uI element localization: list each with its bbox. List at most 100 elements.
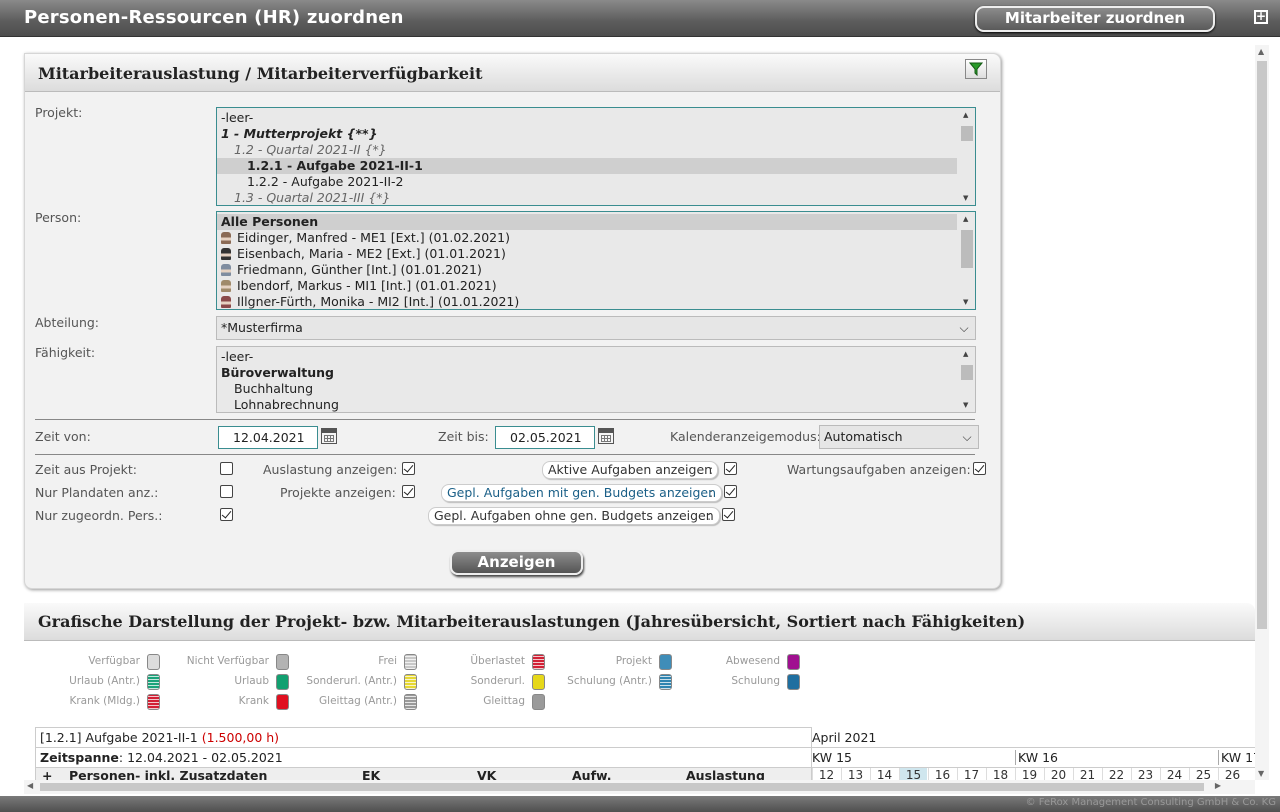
gepl-mit-budgets-checkbox[interactable] — [724, 485, 737, 498]
projekte-label: Projekte anzeigen: — [280, 485, 396, 500]
legend-item: Gleittag — [385, 694, 545, 710]
person-option[interactable]: Illgner-Fürth, Monika - MI2 [Int.] (01.0… — [217, 294, 957, 309]
projekt-option-label: 1.2.1 - Aufgabe 2021-II-1 — [247, 158, 423, 173]
zeitspanne-label: Zeitspanne — [40, 750, 119, 765]
gepl-ohne-budgets-checkbox[interactable] — [722, 508, 735, 521]
person-option-label: Friedmann, Günther [Int.] (01.01.2021) — [237, 262, 482, 277]
projekt-option[interactable]: 1.2 - Quartal 2021-II {*} — [217, 142, 957, 158]
page-vertical-scrollbar[interactable]: ▲ ▼ — [1255, 45, 1269, 780]
legend-label: Schulung — [731, 675, 780, 687]
faehigkeit-option-label: Buchhaltung — [234, 381, 314, 396]
zeit-bis-input[interactable]: 02.05.2021 — [495, 426, 595, 449]
avatar-icon — [221, 232, 231, 244]
faehigkeit-option-label: -leer- — [221, 349, 254, 364]
colon: : — [709, 485, 714, 500]
projekt-option[interactable]: 1.2.2 - Aufgabe 2021-II-2 — [217, 174, 957, 190]
avatar-icon — [221, 264, 231, 276]
calendar-icon[interactable] — [321, 428, 337, 444]
chart-section-title: Grafische Darstellung der Projekt- bzw. … — [38, 612, 1026, 631]
faehigkeit-option[interactable]: -leer- — [217, 349, 957, 365]
scroll-down-icon[interactable]: ▼ — [1258, 769, 1264, 778]
projekt-option-label: 1.3 - Quartal 2021-III {*} — [234, 190, 391, 205]
gantt-header: April 2021 KW 15 KW 16 KW 17 12131415161… — [812, 727, 1255, 781]
wartung-label: Wartungsaufgaben anzeigen: — [787, 462, 971, 477]
maximize-icon[interactable]: + — [1254, 10, 1268, 24]
scrollbar-thumb[interactable] — [1257, 61, 1267, 629]
faehigkeit-label: Fähigkeit: — [35, 345, 96, 360]
zeitspanne: Zeitspanne: 12.04.2021 - 02.05.2021 — [40, 750, 283, 765]
projekt-option[interactable]: -leer- — [217, 110, 957, 126]
person-option-label: Eidinger, Manfred - ME1 [Ext.] (01.02.20… — [237, 230, 510, 245]
nur-zugeordn-checkbox[interactable] — [220, 508, 233, 521]
person-option[interactable]: Ibendorf, Markus - MI1 [Int.] (01.01.202… — [217, 278, 957, 294]
zeit-von-input[interactable]: 12.04.2021 — [218, 426, 318, 449]
projekt-listbox[interactable]: -leer- 1 - Mutterprojekt {**} 1.2 - Quarta… — [216, 107, 976, 206]
calendar-icon[interactable] — [598, 428, 614, 444]
page-horizontal-scrollbar[interactable]: ◀ ▶ — [24, 780, 1255, 794]
projekt-option-label: -leer- — [221, 110, 254, 125]
aktive-aufgaben-checkbox[interactable] — [724, 462, 737, 475]
person-option[interactable]: Eidinger, Manfred - ME1 [Ext.] (01.02.20… — [217, 230, 957, 246]
projekte-checkbox[interactable] — [402, 485, 415, 498]
footer: © FeRox Management Consulting GmbH & Co.… — [0, 796, 1280, 812]
chart-section-header: Grafische Darstellung der Projekt- bzw. … — [24, 603, 1255, 641]
person-option[interactable]: Alle Personen — [217, 214, 957, 230]
projekt-option-label: 1.2.2 - Aufgabe 2021-II-2 — [247, 174, 404, 189]
abteilung-select[interactable]: *Musterfirma ⌵ — [216, 316, 976, 340]
avatar-icon — [221, 248, 231, 260]
person-option[interactable]: Friedmann, Günther [Int.] (01.01.2021) — [217, 262, 957, 278]
gantt-week: KW 15 — [812, 750, 852, 765]
legend-swatch — [532, 694, 545, 710]
task-name: [1.2.1] Aufgabe 2021-II-1 — [40, 730, 198, 745]
gantt-month: April 2021 — [812, 730, 877, 745]
auslastung-label: Auslastung anzeigen: — [263, 462, 398, 477]
abteilung-label: Abteilung: — [35, 315, 100, 330]
nur-plandaten-checkbox[interactable] — [220, 485, 233, 498]
kalender-label: Kalenderanzeigemodus: — [670, 429, 821, 444]
person-list-scrollbar[interactable]: ▲ ▼ — [959, 212, 975, 309]
zeit-aus-projekt-checkbox[interactable] — [220, 462, 233, 475]
filter-icon[interactable] — [965, 59, 987, 79]
legend-item: Abwesend — [640, 654, 800, 670]
divider — [36, 747, 811, 748]
faehigkeit-option[interactable]: Buchhaltung — [217, 381, 957, 397]
faehigkeit-option-label: Büroverwaltung — [221, 365, 334, 380]
person-option[interactable]: Eisenbach, Maria - ME2 [Ext.] (01.01.202… — [217, 246, 957, 262]
scrollbar-thumb[interactable] — [40, 783, 1204, 791]
faehigkeit-option[interactable]: Lohnabrechnung — [217, 397, 957, 412]
person-listbox[interactable]: Alle Personen Eidinger, Manfred - ME1 [Ex… — [216, 211, 976, 310]
divider — [812, 747, 1255, 748]
avatar-icon — [221, 280, 231, 292]
projekt-option[interactable]: 1.3 - Quartal 2021-III {*} — [217, 190, 957, 205]
projekt-option-label: 1 - Mutterprojekt {**} — [221, 126, 378, 141]
filter-panel-header: Mitarbeiterauslastung / Mitarbeiterverfü… — [25, 54, 1000, 92]
chevron-down-icon: ⌵ — [962, 430, 972, 444]
faehigkeit-listbox[interactable]: -leer- Büroverwaltung Buchhaltung Lohnabrec… — [216, 346, 976, 413]
faehigkeit-list-scrollbar[interactable]: ▲ ▼ — [959, 347, 975, 412]
projekt-list-scrollbar[interactable]: ▲ ▼ — [959, 108, 975, 205]
assign-employee-button[interactable]: Mitarbeiter zuordnen — [975, 6, 1215, 32]
task-line: [1.2.1] Aufgabe 2021-II-1 (1.500,00 h) — [40, 730, 279, 745]
page-title: Personen-Ressourcen (HR) zuordnen — [24, 7, 404, 28]
zeit-von-label: Zeit von: — [35, 429, 91, 444]
nur-zugeordn-label: Nur zugeordn. Pers.: — [35, 508, 163, 523]
scroll-right-icon[interactable]: ▶ — [1215, 781, 1221, 790]
projekt-option-label: 1.2 - Quartal 2021-II {*} — [234, 142, 387, 157]
abteilung-value: *Musterfirma — [221, 320, 303, 335]
projekt-option[interactable]: 1 - Mutterprojekt {**} — [217, 126, 957, 142]
faehigkeit-option[interactable]: Büroverwaltung — [217, 365, 957, 381]
divider — [35, 454, 975, 455]
auslastung-checkbox[interactable] — [402, 462, 415, 475]
task-hours: (1.500,00 h) — [201, 730, 280, 745]
scroll-left-icon[interactable]: ◀ — [27, 781, 33, 790]
wartung-checkbox[interactable] — [973, 462, 986, 475]
projekt-option[interactable]: 1.2.1 - Aufgabe 2021-II-1 — [217, 158, 957, 174]
kalender-select[interactable]: Automatisch ⌵ — [819, 425, 979, 449]
person-option-label: Alle Personen — [221, 214, 319, 229]
person-option-label: Ibendorf, Markus - MI1 [Int.] (01.01.202… — [237, 278, 497, 293]
projekt-label: Projekt: — [35, 105, 83, 120]
title-bar: Personen-Ressourcen (HR) zuordnen Mitarb… — [0, 0, 1280, 37]
gepl-mit-budgets-link[interactable]: Gepl. Aufgaben mit gen. Budgets anzeigen — [441, 484, 723, 502]
show-button[interactable]: Anzeigen — [450, 550, 583, 575]
scroll-up-icon[interactable]: ▲ — [1258, 47, 1264, 56]
